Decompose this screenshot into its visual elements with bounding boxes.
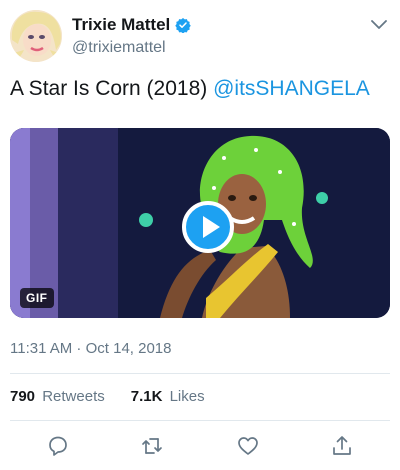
mention-link[interactable]: @itsSHANGELA — [213, 77, 370, 100]
retweets-count: 790 — [10, 388, 36, 405]
play-icon[interactable] — [182, 201, 234, 253]
tweet-timestamp[interactable]: 11:31 AM · Oct 14, 2018 — [10, 340, 171, 357]
tweet-stats: 790 Retweets 7.1K Likes — [10, 388, 231, 405]
action-bar — [0, 430, 400, 462]
chevron-down-icon[interactable] — [370, 18, 388, 32]
share-icon[interactable] — [330, 434, 354, 458]
likes-count: 7.1K — [130, 388, 163, 405]
verified-badge-icon — [175, 17, 191, 34]
avatar[interactable] — [10, 10, 62, 62]
play-triangle — [203, 216, 220, 238]
display-name: Trixie Mattel — [72, 15, 171, 34]
tweet-text: A Star Is Corn (2018) @itsSHANGELA — [10, 76, 395, 102]
retweet-icon[interactable] — [140, 434, 164, 458]
heart-icon[interactable] — [236, 434, 260, 458]
divider — [10, 373, 390, 374]
retweets-stat[interactable]: 790 Retweets — [10, 388, 105, 405]
gif-badge: GIF — [20, 288, 54, 308]
divider — [10, 420, 390, 421]
likes-label: Likes — [169, 388, 205, 405]
author-names[interactable]: Trixie Mattel @trixiemattel — [72, 14, 191, 57]
retweets-label: Retweets — [42, 388, 105, 405]
likes-stat[interactable]: 7.1K Likes — [131, 388, 205, 405]
handle: @trixiemattel — [72, 39, 166, 56]
tweet-header: Trixie Mattel @trixiemattel — [0, 0, 400, 72]
gif-media[interactable]: GIF — [10, 128, 390, 318]
tweet-body: A Star Is Corn (2018) — [10, 77, 208, 100]
reply-icon[interactable] — [46, 434, 70, 458]
display-name-row: Trixie Mattel — [72, 14, 191, 36]
